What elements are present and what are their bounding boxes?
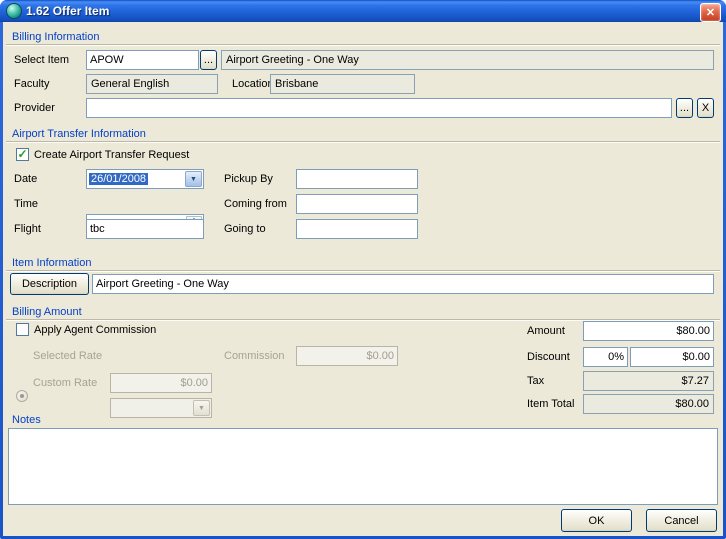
item-description-field: Airport Greeting - One Way — [221, 50, 714, 70]
notes-textarea[interactable] — [8, 428, 718, 505]
section-separator — [6, 141, 720, 143]
tax-label: Tax — [527, 375, 544, 387]
tax-field: $7.27 — [583, 371, 714, 391]
ok-button[interactable]: OK — [561, 509, 632, 532]
select-item-browse-button[interactable]: ... — [200, 50, 217, 70]
flight-label: Flight — [14, 223, 41, 235]
discount-percent-input[interactable] — [583, 347, 628, 367]
date-label: Date — [14, 173, 37, 185]
provider-browse-button[interactable]: ... — [676, 98, 693, 118]
provider-input[interactable] — [86, 98, 672, 118]
select-item-input[interactable] — [86, 50, 199, 70]
custom-rate-label: Custom Rate — [33, 377, 97, 389]
close-button[interactable]: ✕ — [700, 3, 721, 22]
selected-rate-label: Selected Rate — [33, 350, 102, 362]
rate-combobox: ▼ — [110, 398, 212, 418]
titlebar[interactable]: 1.62 Offer Item ✕ — [0, 0, 726, 22]
provider-clear-button[interactable]: X — [697, 98, 714, 118]
item-total-field: $80.00 — [583, 394, 714, 414]
date-value: 26/01/2008 — [89, 173, 148, 185]
coming-from-input[interactable] — [296, 194, 418, 214]
section-separator — [6, 270, 720, 272]
apply-commission-checkbox[interactable]: ✓ — [16, 323, 29, 336]
amount-label: Amount — [527, 325, 565, 337]
commission-input — [296, 346, 398, 366]
discount-label: Discount — [527, 351, 570, 363]
going-to-label: Going to — [224, 223, 266, 235]
location-field: Brisbane — [270, 74, 415, 94]
item-total-label: Item Total — [527, 398, 575, 410]
selected-rate-radio — [16, 390, 28, 402]
discount-amount-input[interactable] — [630, 347, 714, 367]
commission-label: Commission — [224, 350, 285, 362]
offer-item-window: 1.62 Offer Item ✕ Billing Information Se… — [0, 0, 726, 539]
apply-commission-label: Apply Agent Commission — [34, 324, 156, 336]
pickup-by-input[interactable] — [296, 169, 418, 189]
faculty-label: Faculty — [14, 78, 49, 90]
location-label: Location — [232, 78, 274, 90]
custom-rate-input — [110, 373, 212, 393]
coming-from-label: Coming from — [224, 198, 287, 210]
provider-label: Provider — [14, 102, 55, 114]
create-transfer-checkbox[interactable]: ✓ — [16, 148, 29, 161]
section-title-airport-transfer: Airport Transfer Information — [12, 128, 146, 140]
description-button[interactable]: Description — [10, 273, 89, 295]
check-icon: ✓ — [17, 148, 27, 160]
faculty-field: General English — [86, 74, 218, 94]
cancel-button[interactable]: Cancel — [646, 509, 717, 532]
chevron-down-icon[interactable]: ▼ — [185, 171, 202, 187]
select-item-label: Select Item — [14, 54, 69, 66]
section-separator — [6, 44, 720, 46]
amount-input[interactable] — [583, 321, 714, 341]
pickup-by-label: Pickup By — [224, 173, 273, 185]
window-title: 1.62 Offer Item — [26, 0, 109, 22]
time-label: Time — [14, 198, 38, 210]
section-title-notes: Notes — [12, 414, 41, 426]
section-title-billing-information: Billing Information — [12, 31, 99, 43]
going-to-input[interactable] — [296, 219, 418, 239]
section-title-billing-amount: Billing Amount — [12, 306, 82, 318]
date-combobox[interactable]: 26/01/2008 ▼ — [86, 169, 204, 189]
create-transfer-label: Create Airport Transfer Request — [34, 149, 189, 161]
flight-input[interactable] — [86, 219, 204, 239]
description-input[interactable] — [92, 274, 714, 294]
app-icon — [6, 3, 22, 19]
chevron-down-icon: ▼ — [193, 400, 210, 416]
close-icon: ✕ — [706, 6, 715, 19]
section-title-item-information: Item Information — [12, 257, 91, 269]
